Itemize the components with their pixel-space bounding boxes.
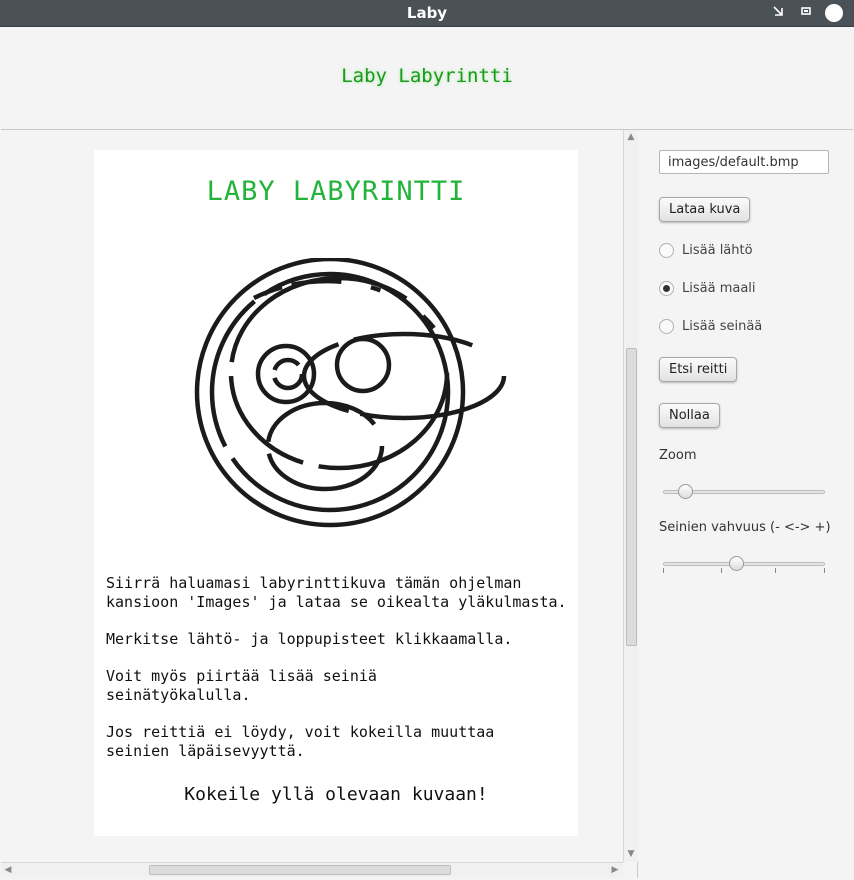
title-bar: Laby [0,0,854,27]
scroll-down-icon[interactable]: ▼ [625,848,637,860]
header-panel: Laby Labyrintti [1,27,853,130]
zoom-slider[interactable] [663,482,825,502]
wall-strength-slider[interactable] [663,554,825,574]
window-title: Laby [406,4,448,22]
slider-track[interactable] [663,562,825,566]
instruction-line: Merkitse lähtö- ja loppupisteet klikkaam… [106,630,513,648]
slider-tick [663,568,664,573]
app-window: Laby Laby Labyrintti LABY LABYRINTTI Sii… [0,0,854,880]
maze-canvas[interactable]: LABY LABYRINTTI Siirrä haluamasi labyrin… [94,150,578,836]
horizontal-scroll-thumb[interactable] [149,865,451,875]
wall-strength-label: Seinien vahvuus (- <-> +) [659,520,831,535]
minimize-icon[interactable] [770,5,786,21]
radio-circle-icon[interactable] [659,319,674,334]
scroll-left-icon[interactable]: ◀ [2,864,14,876]
instruction-line: kansioon 'Images' ja lataa se oikealta y… [106,593,567,611]
instruction-line: seinätyökalulla. [106,686,251,704]
try-text: Kokeile yllä olevaan kuvaan! [184,784,488,805]
file-path-field[interactable]: images/default.bmp [659,150,829,174]
radio-label: Lisää maali [682,281,756,296]
load-image-button[interactable]: Lataa kuva [659,197,751,222]
close-icon[interactable] [825,4,843,22]
radio-label: Lisää seinää [682,319,763,334]
radio-label: Lisää lähtö [682,243,753,258]
app-title: Laby Labyrintti [341,65,513,87]
instruction-line: seinien läpäisevyyttä. [106,742,305,760]
vertical-scroll-thumb[interactable] [626,348,637,646]
canvas-scroll-pane[interactable]: LABY LABYRINTTI Siirrä haluamasi labyrin… [1,130,638,878]
instruction-line: Voit myös piirtää lisää seiniä [106,667,377,685]
slider-knob[interactable] [678,484,693,499]
canvas-title: LABY LABYRINTTI [206,176,466,207]
slider-tick [721,568,722,573]
slider-tick [824,568,825,573]
radio-circle-icon[interactable] [659,281,674,296]
maze-image[interactable] [194,258,514,543]
scroll-up-icon[interactable]: ▲ [625,131,637,143]
maximize-icon[interactable] [798,5,814,21]
horizontal-scrollbar[interactable]: ◀ ▶ [1,862,623,877]
radio-circle-icon[interactable] [659,243,674,258]
vertical-scrollbar[interactable]: ▲ ▼ [623,130,638,862]
reset-button[interactable]: Nollaa [659,403,720,428]
scroll-right-icon[interactable]: ▶ [609,864,621,876]
find-route-button[interactable]: Etsi reitti [659,357,738,382]
instruction-line: Siirrä haluamasi labyrinttikuva tämän oh… [106,574,522,592]
slider-tick [775,568,776,573]
slider-knob[interactable] [729,556,744,571]
instruction-line: Jos reittiä ei löydy, voit kokeilla muut… [106,723,495,741]
zoom-label: Zoom [659,448,697,463]
control-panel: images/default.bmp Lataa kuva Lisää läht… [638,130,854,878]
